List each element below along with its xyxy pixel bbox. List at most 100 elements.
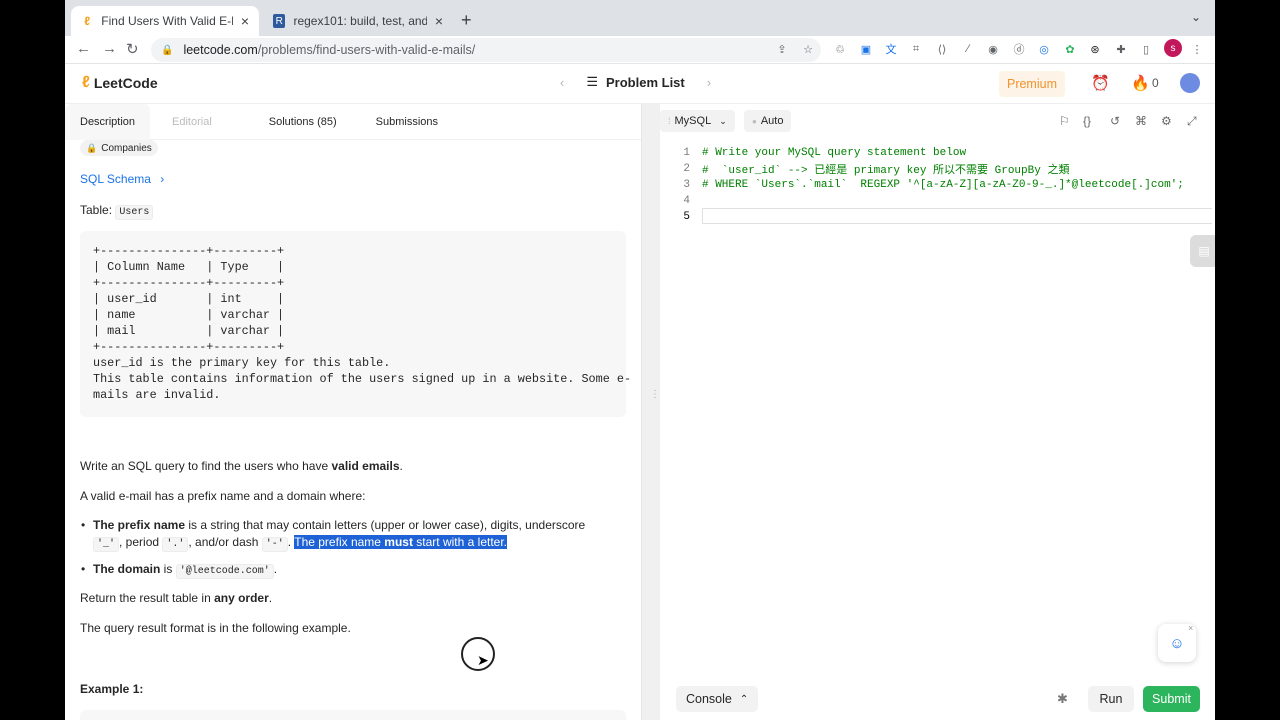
bookmark-star-icon[interactable]: ☆ (800, 41, 816, 57)
console-button[interactable]: Console ⌃ (676, 686, 759, 712)
shortcut-icon[interactable]: ⌘ (1135, 114, 1147, 128)
prev-problem-icon[interactable]: ‹ (560, 75, 564, 90)
intro-bold: valid emails (331, 459, 400, 473)
problem-statement: Write an SQL query to find the users who… (80, 458, 620, 475)
language-select[interactable]: ⁞ MySQL ⌄ (660, 110, 735, 132)
translate-extension-icon[interactable]: 文 (883, 41, 899, 57)
reload-icon[interactable]: ↻ (126, 40, 139, 58)
settings-gear-icon[interactable]: ⚙ (1161, 114, 1172, 128)
user-avatar[interactable] (1180, 73, 1200, 93)
tab-solutions[interactable]: Solutions (85) (227, 104, 352, 140)
notes-side-tab[interactable]: ▤ (1190, 235, 1215, 267)
url-path: /problems/find-users-with-valid-e-mails/ (257, 43, 476, 57)
tab-search-icon[interactable]: ⌄ (1191, 10, 1201, 24)
browser-tab-leetcode[interactable]: ℓ Find Users With Valid E-Mails - × (71, 6, 259, 36)
address-bar[interactable]: 🔒 leetcode.com/problems/find-users-with-… (151, 38, 821, 62)
lock-icon: ⁞ (668, 116, 671, 126)
domain-code: '@leetcode.com' (175, 564, 274, 579)
must-bold: must (384, 535, 413, 549)
table-label-text: Table: (80, 203, 116, 217)
editor-toolbar: ⁞ MySQL ⌄ ● Auto ⚐ {} ↺ ⌘ ⚙ ⤢ (660, 104, 1215, 138)
reset-icon[interactable]: ↺ (1110, 114, 1120, 128)
flame-streak-icon[interactable]: 🔥 (1131, 74, 1150, 92)
domain-text: is (160, 562, 176, 576)
dot-icon: ● (752, 116, 757, 126)
kebab-menu-icon[interactable]: ⋮ (1189, 41, 1205, 57)
alarm-clock-icon[interactable]: ⏰ (1091, 74, 1110, 92)
editor-panel: ⁞ MySQL ⌄ ● Auto ⚐ {} ↺ ⌘ ⚙ ⤢ 1 # Write … (660, 104, 1215, 720)
tab-editorial[interactable]: Editorial (150, 104, 227, 140)
language-label: MySQL (674, 115, 712, 127)
browser-tab-regex101[interactable]: R regex101: build, test, and debu × (263, 6, 453, 36)
profile-avatar[interactable]: s (1164, 39, 1182, 57)
run-button[interactable]: Run (1088, 686, 1134, 712)
example-title: Example 1: (80, 682, 144, 696)
recycle-extension-icon[interactable]: ♲ (832, 41, 848, 57)
sql-schema-label: SQL Schema (80, 172, 151, 186)
tab-description[interactable]: Description (65, 104, 151, 140)
chevron-up-icon: ⌃ (739, 693, 749, 705)
prefix-text: , and/or dash (188, 535, 262, 549)
panel-splitter[interactable]: ⋮ (641, 104, 660, 720)
code-extension-icon[interactable]: ⟨⟩ (934, 41, 950, 57)
leetcode-header: ℓ LeetCode ‹ ☰ Problem List › Premium ⏰ … (65, 64, 1215, 104)
share-icon[interactable]: ⇪ (774, 41, 790, 57)
back-arrow-icon[interactable]: ← (76, 40, 91, 57)
extension-icon[interactable]: ⓓ (1011, 41, 1027, 57)
prefix-name-bold: The prefix name (93, 518, 186, 532)
close-tab-icon[interactable]: × (241, 13, 249, 29)
leetcode-logo[interactable]: ℓ LeetCode (82, 74, 158, 92)
eye-extension-icon[interactable]: ◎ (1036, 41, 1052, 57)
code-text: # `user_id` --> 已經是 primary key 所以不需要 Gr… (702, 165, 1070, 177)
code-text: # Write your MySQL query statement below (702, 147, 967, 159)
intro-text: Write an SQL query to find the users who… (80, 459, 332, 473)
lock-icon: 🔒 (86, 142, 98, 153)
mode-label: Auto (760, 115, 784, 127)
premium-button[interactable]: Premium (999, 71, 1065, 97)
problem-list-link[interactable]: Problem List (606, 75, 685, 90)
code-line: 3 # WHERE `Users`.`mail` REGEXP '^[a-zA-… (660, 177, 1215, 193)
browser-tab-title: regex101: build, test, and debu (293, 14, 427, 28)
code-line: 1 # Write your MySQL query statement bel… (660, 145, 1215, 161)
schema-code-block: +---------------+---------+ | Column Nam… (80, 231, 631, 417)
close-icon[interactable]: × (1188, 623, 1193, 633)
selected-text-part: The prefix name (294, 535, 385, 549)
console-label: Console (686, 692, 732, 706)
return-text: Return the result table in (80, 591, 215, 605)
fullscreen-icon[interactable]: ⤢ (1187, 114, 1197, 129)
submit-button[interactable]: Submit (1143, 686, 1200, 712)
evernote-extension-icon[interactable]: ✿ (1062, 41, 1078, 57)
extension-icon[interactable]: ▣ (858, 41, 874, 57)
puzzle-extensions-icon[interactable]: ✚ (1113, 41, 1129, 57)
format-statement: The query result format is in the follow… (80, 621, 351, 635)
bookmark-icon[interactable]: ⚐ (1059, 114, 1070, 128)
document-icon: ▤ (1198, 244, 1210, 258)
companies-tag[interactable]: 🔒 Companies (80, 140, 158, 156)
extension-icon[interactable]: ⌗ (908, 41, 924, 57)
braces-icon[interactable]: {} (1083, 114, 1091, 128)
drag-handle-icon[interactable]: ⋮ (650, 389, 660, 400)
new-tab-button[interactable]: + (461, 10, 472, 31)
extension-icon[interactable]: ∕ (960, 41, 976, 57)
tab-strip: ℓ Find Users With Valid E-Mails - × R re… (65, 0, 1215, 36)
extension-icon[interactable]: ◉ (985, 41, 1001, 57)
tab-submissions[interactable]: Submissions (352, 104, 453, 140)
code-line: 4 (660, 193, 1215, 209)
url-host: leetcode.com (183, 43, 258, 57)
code-text: # WHERE `Users`.`mail` REGEXP '^[a-zA-Z]… (702, 179, 1184, 191)
bullet-dot: • (81, 518, 86, 532)
forward-arrow-icon[interactable]: → (102, 40, 117, 57)
selected-text-part: start with a letter. (412, 535, 508, 549)
sql-schema-link[interactable]: SQL Schema › (80, 172, 164, 186)
autocomplete-mode-button[interactable]: ● Auto (744, 110, 792, 132)
regex101-favicon-icon: R (273, 14, 286, 28)
side-panel-icon[interactable]: ▯ (1138, 41, 1154, 57)
bullet-dot: • (81, 562, 86, 576)
next-problem-icon[interactable]: › (707, 75, 711, 90)
chatgpt-extension-icon[interactable]: ⊛ (1087, 41, 1103, 57)
debug-bug-icon[interactable]: ✱ (1057, 691, 1068, 707)
table-name-code: Users (115, 205, 154, 220)
close-tab-icon[interactable]: × (435, 13, 443, 29)
table-label: Table: Users (80, 203, 154, 220)
period-code: '.' (162, 537, 189, 552)
